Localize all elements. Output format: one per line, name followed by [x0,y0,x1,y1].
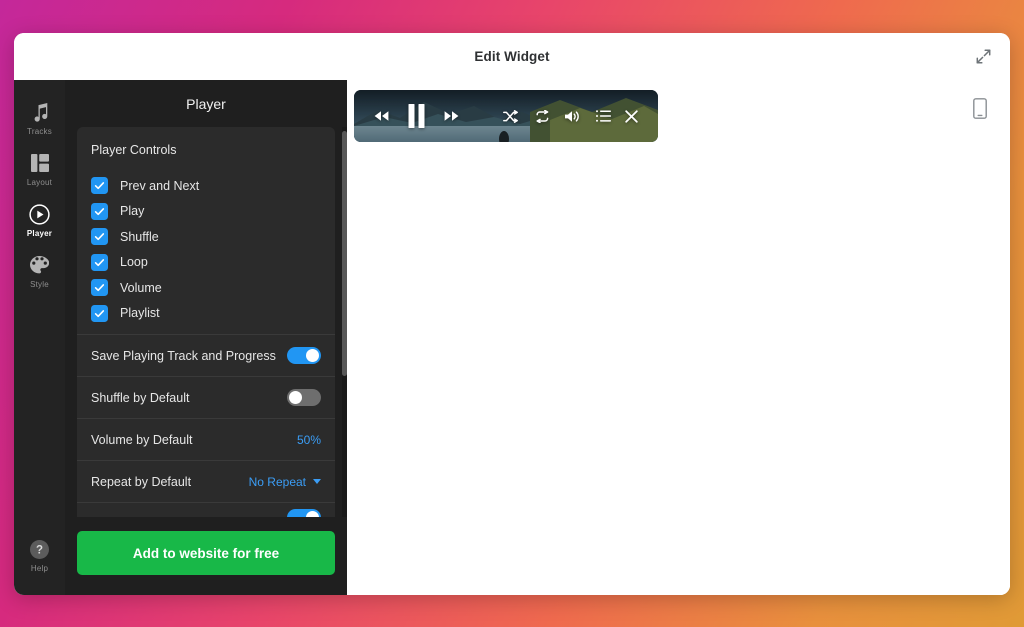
repeat-by-default-select[interactable]: No Repeat [249,475,321,489]
repeat-by-default-value: No Repeat [248,474,306,489]
setting-row-repeat-by-default[interactable]: Repeat by Default No Repeat [77,460,335,502]
sidebar-item-tracks[interactable]: Tracks [14,92,65,143]
player-controls-card: Player Controls Prev and Next Play Shuff… [77,127,335,334]
toggle-save-playing-track[interactable] [287,347,321,364]
checkbox-label: Prev and Next [120,178,200,193]
checkbox-row-playlist[interactable]: Playlist [91,301,321,327]
add-to-website-button[interactable]: Add to website for free [77,531,335,575]
chevron-down-icon [313,479,321,484]
sidebar-item-label: Layout [26,178,53,187]
setting-row-volume-by-default[interactable]: Volume by Default 50% [77,418,335,460]
close-icon[interactable] [618,109,644,123]
checkbox-row-prev-and-next[interactable]: Prev and Next [91,173,321,199]
toggle-partial-hidden[interactable] [287,509,321,517]
checkbox-row-loop[interactable]: Loop [91,250,321,276]
setting-row-shuffle-by-default[interactable]: Shuffle by Default [77,376,335,418]
checkbox-checked-icon[interactable] [91,253,108,271]
palette-icon [29,254,51,276]
widget-preview-area [347,80,1010,595]
setting-label: Save Playing Track and Progress [91,348,276,363]
shuffle-icon[interactable] [494,109,526,123]
setting-row-partial-hidden[interactable] [77,502,335,517]
fast-forward-icon[interactable] [438,110,464,122]
checkbox-label: Volume [120,280,162,295]
cta-container: Add to website for free [65,517,347,595]
edit-widget-window: Edit Widget Tracks Layout Player Style ?… [14,33,1010,595]
volume-by-default-value[interactable]: 50% [297,433,321,447]
player-widget-preview[interactable] [354,90,658,142]
sidebar-item-player[interactable]: Player [14,194,65,245]
sidebar-item-help[interactable]: ? Help [14,538,65,573]
play-circle-icon [29,203,51,225]
checkbox-checked-icon[interactable] [91,202,108,220]
sidebar-item-label: Player [26,229,53,238]
question-circle-icon: ? [29,538,51,560]
checkbox-row-volume[interactable]: Volume [91,275,321,301]
sidebar-item-layout[interactable]: Layout [14,143,65,194]
mobile-device-icon[interactable] [968,96,992,120]
checkbox-label: Play [120,204,145,219]
setting-row-save-playing-track[interactable]: Save Playing Track and Progress [77,334,335,376]
sidebar-item-label: Style [30,280,49,289]
sidebar-item-label: Tracks [27,127,52,136]
page-title: Edit Widget [474,49,550,64]
playlist-icon[interactable] [588,110,618,122]
repeat-icon[interactable] [526,109,558,123]
checkbox-checked-icon[interactable] [91,228,108,246]
checkbox-checked-icon[interactable] [91,279,108,297]
sidebar-item-style[interactable]: Style [14,245,65,296]
checkbox-label: Loop [120,255,148,270]
setting-label: Shuffle by Default [91,390,190,405]
layout-grid-icon [29,152,51,174]
panel-scroll-area: Player Controls Prev and Next Play Shuff… [65,127,347,517]
checkbox-label: Playlist [120,306,160,321]
settings-panel: Player Player Controls Prev and Next Pla… [65,80,347,595]
svg-text:?: ? [36,544,43,556]
sidebar-item-label: Help [30,564,49,573]
music-note-icon [29,101,51,123]
pause-icon[interactable] [394,104,438,128]
settings-rows: Save Playing Track and Progress Shuffle … [77,334,335,517]
checkbox-row-play[interactable]: Play [91,199,321,225]
window-titlebar: Edit Widget [14,33,1010,80]
window-body: Tracks Layout Player Style ? Help Player… [14,80,1010,595]
checkbox-checked-icon[interactable] [91,177,108,195]
toggle-shuffle-by-default[interactable] [287,389,321,406]
panel-title: Player [186,95,226,112]
expand-arrows-icon[interactable] [970,44,996,70]
checkbox-label: Shuffle [120,229,159,244]
rewind-icon[interactable] [368,110,394,122]
volume-icon[interactable] [558,110,588,123]
widget-control-bar [354,90,658,142]
player-controls-heading: Player Controls [91,143,177,157]
sidebar-rail: Tracks Layout Player Style ? Help [14,80,65,595]
checkbox-row-shuffle[interactable]: Shuffle [91,224,321,250]
setting-label: Repeat by Default [91,474,192,489]
setting-label: Volume by Default [91,432,193,447]
checkbox-checked-icon[interactable] [91,304,108,322]
